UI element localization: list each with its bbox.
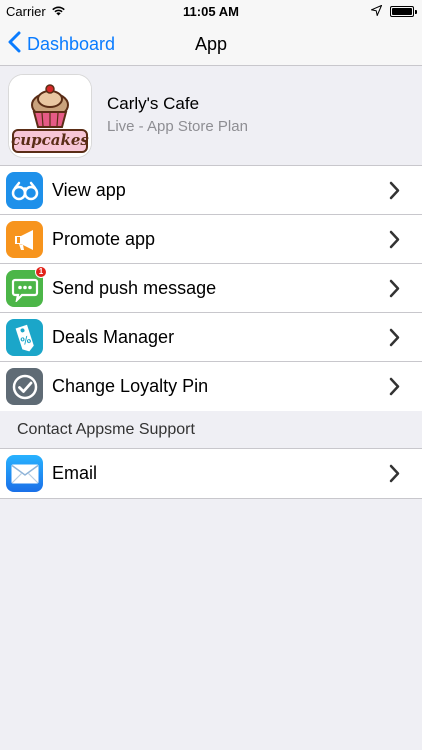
change-loyalty-pin-label: Change Loyalty Pin [52, 376, 209, 396]
app-name: Carly's Cafe [107, 94, 200, 113]
app-plan: Live - App Store Plan [107, 118, 248, 135]
logo-text: cupcakes [11, 131, 89, 149]
chevron-right-icon [389, 279, 400, 303]
email-label: Email [52, 463, 98, 483]
deals-manager-row[interactable]: % Deals Manager [0, 313, 422, 362]
checkmark-icon [6, 368, 43, 405]
chevron-right-icon [389, 181, 400, 205]
binoculars-icon [6, 172, 43, 209]
envelope-icon [6, 455, 43, 492]
price-tag-icon: % [6, 319, 43, 356]
navigation-bar: Dashboard App [0, 22, 422, 66]
send-push-message-label: Send push message [52, 278, 217, 298]
status-time: 11:05 AM [183, 4, 239, 19]
promote-app-row[interactable]: Promote app [0, 215, 422, 264]
support-list: Email [0, 449, 422, 499]
chevron-right-icon [389, 464, 400, 488]
chevron-right-icon [389, 328, 400, 352]
status-right [369, 4, 417, 19]
support-section-header: Contact Appsme Support [0, 411, 422, 449]
view-app-row[interactable]: View app [0, 166, 422, 215]
view-app-label: View app [52, 180, 126, 200]
chat-bubble-icon: 1 [6, 266, 47, 307]
support-section-title: Contact Appsme Support [17, 421, 195, 438]
megaphone-icon [6, 221, 43, 258]
chevron-right-icon [389, 230, 400, 254]
send-push-message-row[interactable]: 1 Send push message [0, 264, 422, 313]
battery-icon [390, 6, 417, 17]
deals-manager-label: Deals Manager [52, 327, 175, 347]
notification-badge: 1 [35, 266, 47, 278]
page-title: App [194, 34, 228, 54]
location-arrow-icon [369, 4, 383, 19]
promote-app-label: Promote app [52, 229, 156, 249]
app-header: cupcakes Carly's Cafe Live - App Store P… [0, 66, 422, 166]
app-logo: cupcakes [9, 75, 91, 157]
chevron-right-icon [389, 377, 400, 401]
email-row[interactable]: Email [0, 449, 422, 498]
change-loyalty-pin-row[interactable]: Change Loyalty Pin [0, 362, 422, 411]
app-menu-list: View app Promote app 1 Send push message… [0, 166, 422, 412]
status-bar: Carrier 11:05 AM [0, 0, 422, 22]
